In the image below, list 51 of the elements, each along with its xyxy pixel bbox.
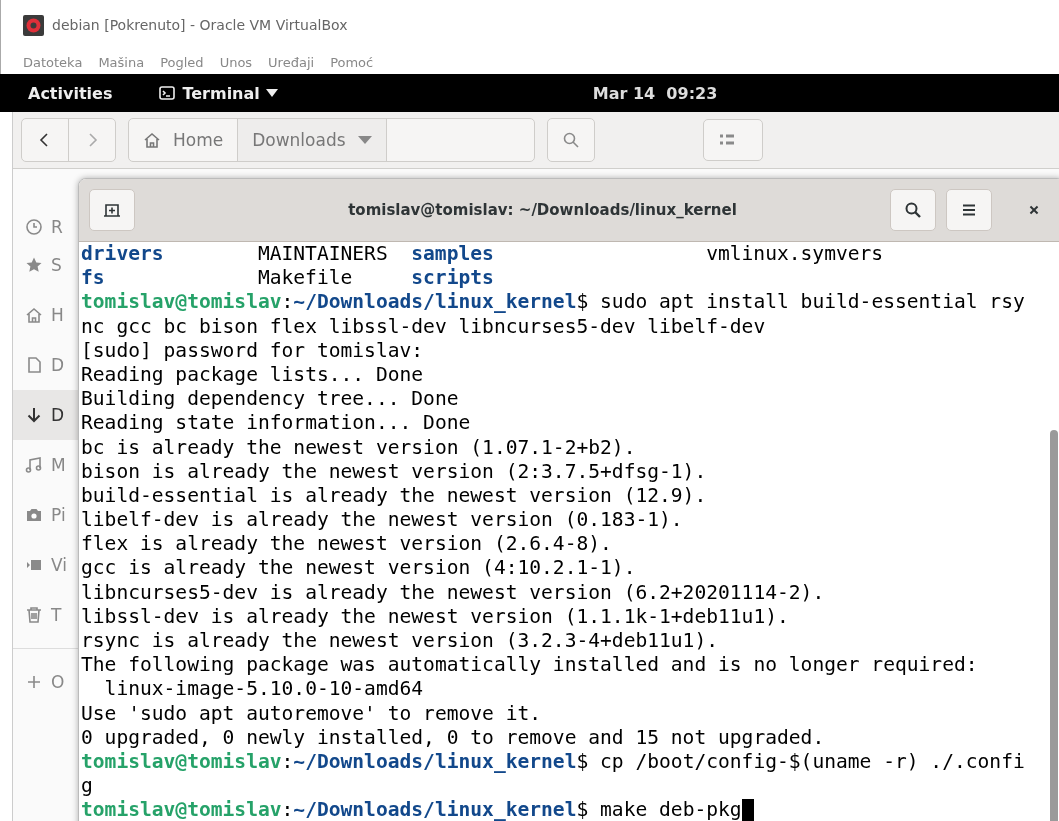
terminal-line: flex is already the newest version (2.6.4-8). <box>81 532 612 557</box>
terminal-line: linux-image-5.10.0-10-amd64 <box>103 677 424 702</box>
terminal-line: Use 'sudo apt autoremove' to remove it. <box>81 701 542 726</box>
menu-item[interactable]: Mašina <box>98 54 145 70</box>
path-button[interactable]: Downloads <box>238 119 387 161</box>
terminal-line: rsync is already the newest version (3.2.3-4+deb11u1). <box>81 629 718 654</box>
terminal-line: libelf-dev is already the newest version (0.183-1). <box>81 508 683 533</box>
menu-item[interactable]: Uređaji <box>268 54 315 70</box>
terminal-line: Building dependency tree... Done <box>81 387 459 412</box>
terminal-line: g <box>81 774 93 799</box>
sidebar-item[interactable]: Vi <box>13 540 79 590</box>
terminal-line: build-essential is already the newest version (12.9). <box>81 483 707 509</box>
terminal-line: gcc is already the newest version (4:10.2.1-1). <box>81 556 636 581</box>
sidebar-item[interactable]: M <box>13 440 79 490</box>
activities-button[interactable]: Activities <box>28 83 113 103</box>
clock[interactable]: Mar 14 09:23 <box>592 83 718 103</box>
sidebar-item[interactable]: O <box>13 657 79 707</box>
sidebar-item[interactable]: T <box>13 590 79 640</box>
file-name: vmlinux.symvers <box>706 242 884 265</box>
terminal-line: libssl-dev is already the newest version (1.1.1k-1+deb11u1). <box>81 604 789 629</box>
sidebar-item[interactable]: D <box>13 390 79 440</box>
terminal-line: Reading state information... Done <box>81 411 471 436</box>
menu-item[interactable]: Unos <box>219 54 253 70</box>
menu-item[interactable]: Datoteka <box>23 54 83 70</box>
sidebar-item[interactable]: R <box>13 214 79 240</box>
directory-name: drivers <box>81 242 164 265</box>
terminal-line: 0 upgraded, 0 newly installed, 0 to remove and 15 not upgraded. <box>81 725 825 750</box>
sidebar-item[interactable]: Pi <box>13 490 79 540</box>
window-title: debian [Pokrenuto] - Oracle VM VirtualBox <box>52 17 348 33</box>
directory-name: fs <box>81 266 105 290</box>
sidebar-item[interactable]: D <box>13 340 79 390</box>
file-name: MAINTAINERS <box>257 242 388 265</box>
terminal-line: libncurses5-dev is already the newest version (6.2+20201114-2). <box>81 580 825 605</box>
terminal-line: bc is already the newest version (1.07.1-2+b2). <box>81 435 636 460</box>
menu-item[interactable]: Pogled <box>160 54 204 70</box>
directory-name: samples <box>411 242 494 265</box>
menu-item[interactable]: Pomoć <box>330 54 374 70</box>
prompt-line: tomislav@tomislav:~/Downloads/linux_kernel$ sudo apt install build-essential rsy <box>81 290 1025 315</box>
sidebar-item[interactable]: S <box>13 240 79 290</box>
app-menu[interactable]: Terminal <box>182 83 260 103</box>
prompt-line: tomislav@tomislav:~/Downloads/linux_kernel$ make deb-pkg <box>81 798 742 821</box>
directory-name: scripts <box>411 266 494 290</box>
terminal-line: bison is already the newest version (2:3.7.5+dfsg-1). <box>81 459 707 484</box>
terminal-title: tomislav@tomislav: ~/Downloads/linux_kernel <box>347 201 738 219</box>
terminal-line: [sudo] password for tomislav: <box>81 338 424 363</box>
terminal-line: Reading package lists... Done <box>81 362 424 388</box>
prompt-line: tomislav@tomislav:~/Downloads/linux_kernel$ cp /boot/config-$(uname -r) ./.confi <box>81 749 1025 775</box>
sidebar-item[interactable]: H <box>13 290 79 340</box>
terminal-line: nc gcc bc bison flex libssl-dev libncurses5-dev libelf-dev <box>81 314 766 339</box>
terminal-line: The following package was automatically installed and is no longer required: <box>81 653 978 678</box>
file-name: Makefile <box>257 266 353 290</box>
